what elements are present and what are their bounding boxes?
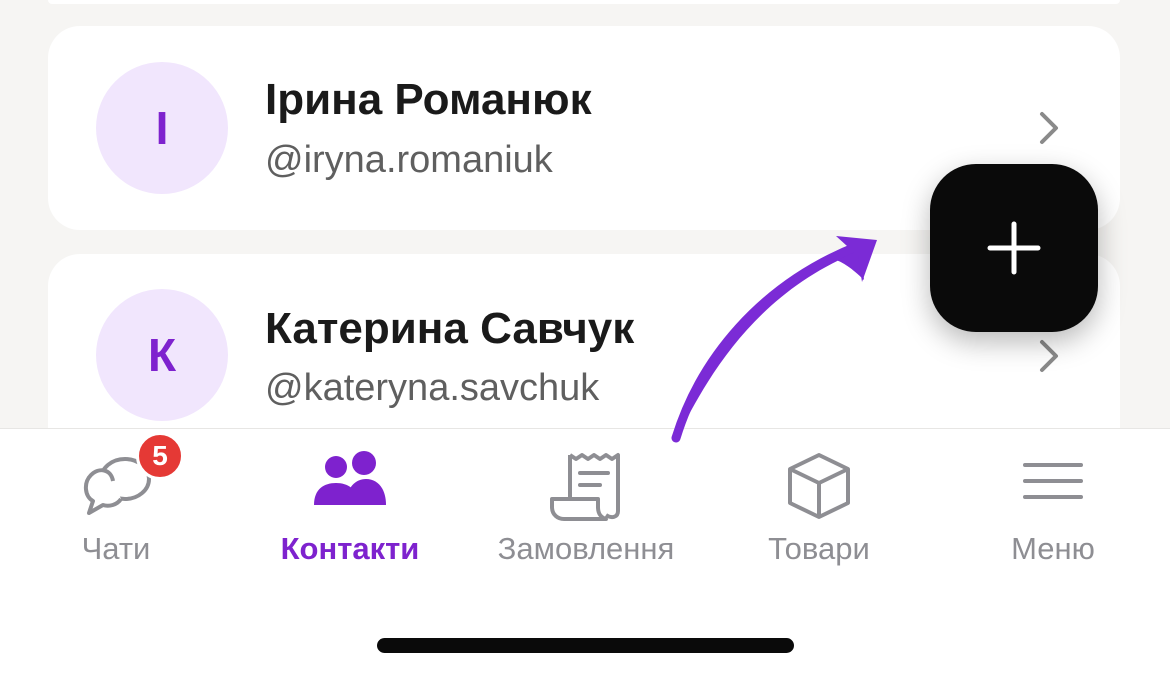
add-contact-button[interactable]: [930, 164, 1098, 332]
contact-name: Ірина Романюк: [265, 75, 592, 124]
previous-card-edge: [48, 0, 1120, 4]
box-icon: [788, 453, 850, 519]
avatar: І: [96, 62, 228, 194]
tab-label: Товари: [768, 531, 870, 566]
tab-label: Контакти: [280, 531, 420, 566]
hamburger-icon: [1023, 463, 1083, 499]
tab-menu[interactable]: Меню: [990, 429, 1116, 579]
users-icon: [314, 451, 386, 505]
tab-label: Чати: [81, 531, 151, 566]
contact-handle: @iryna.romaniuk: [265, 139, 553, 181]
tab-products[interactable]: Товари: [740, 429, 898, 579]
avatar: К: [96, 289, 228, 421]
tab-orders[interactable]: Замовлення: [480, 429, 692, 579]
contact-name: Катерина Савчук: [265, 304, 635, 353]
chevron-right-icon: [1040, 340, 1058, 372]
plus-icon: [987, 221, 1041, 275]
receipt-icon: [550, 453, 620, 521]
tab-label: Меню: [1011, 531, 1095, 566]
contact-handle: @kateryna.savchuk: [265, 367, 600, 409]
tab-contacts[interactable]: Контакти: [262, 429, 438, 579]
home-indicator[interactable]: [377, 638, 794, 653]
chevron-right-icon: [1040, 112, 1058, 144]
tab-label: Замовлення: [497, 531, 675, 566]
unread-badge: 5: [136, 432, 184, 480]
